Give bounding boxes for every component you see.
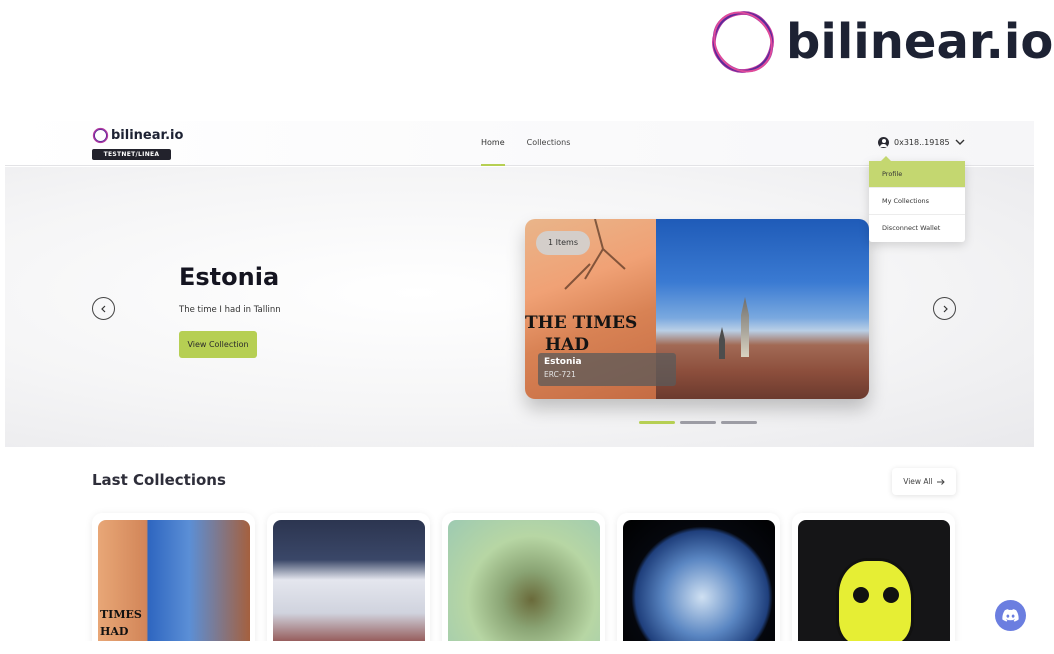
collection-thumbnail-tree [448,520,600,641]
card-image-city [656,219,869,399]
network-badge: TESTNET/LINEA [92,149,171,160]
carousel-dot-2[interactable] [680,421,716,424]
user-icon [878,137,889,148]
brand-ring-icon [712,11,774,73]
header-logo[interactable]: bilinear.io [92,127,183,144]
hero-collection-card[interactable]: THE TIMES HAD 1 Items Estonia ERC-721 [525,219,869,399]
chevron-down-icon [955,139,965,145]
wallet-menu-button[interactable]: 0x318..19185 [878,137,965,148]
app-window: bilinear.io TESTNET/LINEA Home Collectio… [5,121,1034,641]
carousel-prev-button[interactable] [92,297,115,320]
thumbnail-graffiti-text: TIMES HAD [100,608,142,638]
church-spire [741,297,749,357]
collection-tiles: TIMES HAD [92,513,955,641]
chevron-left-icon [100,305,105,312]
carousel-next-button[interactable] [933,297,956,320]
menu-item-profile[interactable]: Profile [869,161,965,188]
wallet-address: 0x318..19185 [894,138,950,147]
collection-thumbnail-estonia: TIMES HAD [98,520,250,641]
ape-skull-icon [836,558,914,641]
top-header: bilinear.io TESTNET/LINEA Home Collectio… [5,121,1034,166]
menu-item-disconnect-wallet[interactable]: Disconnect Wallet [869,215,965,242]
logo-ring-icon [92,127,109,144]
graffiti-text-2: HAD [545,335,589,355]
view-collection-button[interactable]: View Collection [179,331,257,358]
collection-tile[interactable]: TIMES HAD [92,513,255,641]
collection-tile[interactable] [617,513,780,641]
card-collection-name: Estonia [544,357,582,367]
graffiti-text-1: THE TIMES [525,313,638,333]
brand-logo-text: bilinear.io [786,14,1054,70]
wallet-dropdown-menu: Profile My Collections Disconnect Wallet [869,156,965,242]
view-all-label: View All [903,477,933,486]
menu-item-my-collections[interactable]: My Collections [869,188,965,215]
collection-tile[interactable] [792,513,955,641]
items-count-pill: 1 Items [536,231,591,255]
ape-eye [853,587,869,603]
ape-eye [883,587,899,603]
collection-thumbnail-ape [798,520,950,641]
brand-logo: bilinear.io [708,6,1053,78]
arrow-right-icon [936,478,945,485]
collection-thumbnail-earth [623,520,775,641]
card-label: Estonia ERC-721 [538,353,676,386]
discord-icon [1002,609,1019,622]
collection-tile[interactable] [442,513,605,641]
view-all-button[interactable]: View All [892,468,956,495]
church-spire-small [719,327,725,359]
collection-tile[interactable] [267,513,430,641]
header-logo-text: bilinear.io [111,128,184,143]
nav-collections[interactable]: Collections [527,121,571,166]
carousel-dot-3[interactable] [721,421,757,424]
hero-subtitle: The time I had in Tallinn [179,305,281,315]
nav-home[interactable]: Home [481,121,505,166]
carousel-dot-1[interactable] [639,421,675,424]
discord-button[interactable] [995,600,1026,631]
card-collection-standard: ERC-721 [544,370,576,379]
chevron-right-icon [943,305,948,312]
carousel-indicators [639,421,757,424]
collection-thumbnail-venice [273,520,425,641]
hero-title: Estonia [179,263,280,291]
main-nav: Home Collections [481,121,570,166]
last-collections-title: Last Collections [92,471,226,489]
